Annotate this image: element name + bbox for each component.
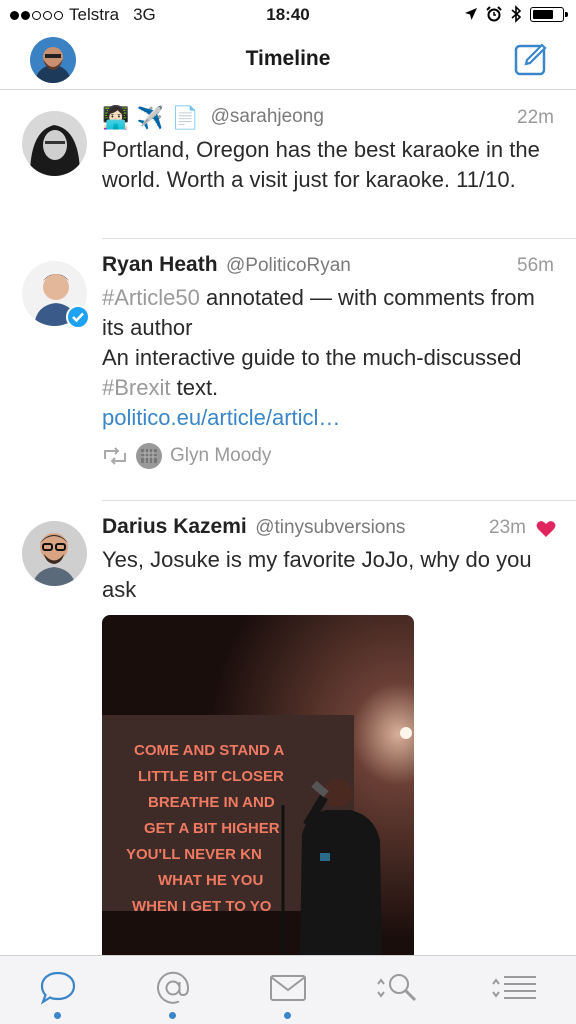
heart-icon[interactable] <box>536 520 556 538</box>
document-emoji: 📄 <box>171 105 200 130</box>
retweeter-name: Glyn Moody <box>170 445 272 466</box>
tweet-text: Yes, Josuke is my favorite JoJo, why do … <box>102 547 532 602</box>
karaoke-lyric-line: WHAT HE YOU <box>158 872 263 889</box>
page-title: Timeline <box>245 47 331 70</box>
tweet-handle[interactable]: @PoliticoRyan <box>226 255 351 276</box>
tweet-body: 👩🏻‍💻 ✈️ 📄 @sarahjeong 22m Portland, Oreg… <box>102 105 556 195</box>
tweet-body: Ryan Heath @PoliticoRyan 56m #Article50 … <box>102 253 556 471</box>
tweet-link[interactable]: politico.eu/article/articl… <box>102 403 556 433</box>
avatar[interactable] <box>22 261 90 329</box>
unread-dot <box>54 1012 61 1019</box>
tweet-header: 👩🏻‍💻 ✈️ 📄 @sarahjeong 22m <box>102 105 556 135</box>
compose-icon <box>514 43 547 76</box>
avatar[interactable] <box>22 521 87 586</box>
tweet-text: #Article50 annotated — with comments fro… <box>102 283 556 343</box>
tweet-time: 22m <box>517 107 554 128</box>
tweet-item[interactable]: Ryan Heath @PoliticoRyan 56m #Article50 … <box>0 239 576 501</box>
retweeter-avatar <box>136 443 162 469</box>
battery-icon <box>530 6 568 22</box>
tab-search[interactable] <box>345 956 460 1024</box>
retweet-attribution[interactable]: Glyn Moody <box>102 441 556 471</box>
tweet-time: 23m <box>489 517 526 538</box>
compose-button[interactable] <box>514 42 548 76</box>
karaoke-lyric-line: GET A BIT HIGHER <box>144 820 280 837</box>
karaoke-lyric-line: LITTLE BIT CLOSER <box>138 768 284 785</box>
location-icon <box>465 8 477 20</box>
tweet-text: Portland, Oregon has the best karaoke in… <box>102 137 540 192</box>
tab-timeline[interactable] <box>0 956 115 1024</box>
tweet-text-part: text. <box>170 375 219 400</box>
tweet-header: Darius Kazemi @tinysubversions 23m <box>102 515 556 545</box>
bluetooth-icon <box>511 5 522 23</box>
tweet-text: An interactive guide to the much-discuss… <box>102 343 556 403</box>
tweet-header: Ryan Heath @PoliticoRyan 56m <box>102 253 556 283</box>
tweet-time: 56m <box>517 255 554 276</box>
status-right <box>464 5 568 23</box>
tweet-item[interactable]: 👩🏻‍💻 ✈️ 📄 @sarahjeong 22m Portland, Oreg… <box>0 91 576 239</box>
tweet-text-part: An interactive guide to the much-discuss… <box>102 345 522 370</box>
tweet-handle[interactable]: @tinysubversions <box>255 517 405 538</box>
retweet-icon <box>104 447 126 465</box>
tab-messages[interactable] <box>230 956 345 1024</box>
mentions-icon <box>157 971 190 1004</box>
tweet-media-image[interactable]: COME AND STAND A LITTLE BIT CLOSER BREAT… <box>102 615 414 955</box>
hashtag-link[interactable]: #Article50 <box>102 285 200 310</box>
hashtag-link[interactable]: #Brexit <box>102 375 170 400</box>
timeline[interactable]: 👩🏻‍💻 ✈️ 📄 @sarahjeong 22m Portland, Oreg… <box>0 91 576 955</box>
unread-dot <box>284 1012 291 1019</box>
karaoke-lyric-line: YOU'LL NEVER KN <box>126 846 262 863</box>
lists-icon <box>492 976 536 999</box>
tweet-name[interactable]: Darius Kazemi <box>102 515 247 538</box>
search-icon <box>377 974 417 1002</box>
messages-icon <box>270 975 306 1001</box>
karaoke-lyric-line: COME AND STAND A <box>134 742 284 759</box>
technologist-emoji: 👩🏻‍💻 <box>102 105 130 130</box>
unread-dot <box>169 1012 176 1019</box>
tweet-handle[interactable]: @sarahjeong <box>211 106 324 127</box>
tweet-name[interactable]: Ryan Heath <box>102 253 218 276</box>
alarm-icon <box>486 6 502 22</box>
tab-lists[interactable] <box>460 956 575 1024</box>
karaoke-lyric-line: WHEN I GET TO YO <box>132 898 272 915</box>
nav-bar: Timeline <box>0 30 576 90</box>
chat-bubble-icon <box>40 971 76 1005</box>
tab-mentions[interactable] <box>115 956 230 1024</box>
tweet-body: Darius Kazemi @tinysubversions 23m Yes, … <box>102 515 556 605</box>
avatar[interactable] <box>22 111 87 176</box>
verified-badge-icon <box>66 305 90 329</box>
airplane-emoji: ✈️ <box>136 105 165 130</box>
tab-bar <box>0 955 576 1024</box>
karaoke-lyric-line: BREATHE IN AND <box>148 794 275 811</box>
status-bar: Telstra 3G 18:40 <box>0 0 576 30</box>
